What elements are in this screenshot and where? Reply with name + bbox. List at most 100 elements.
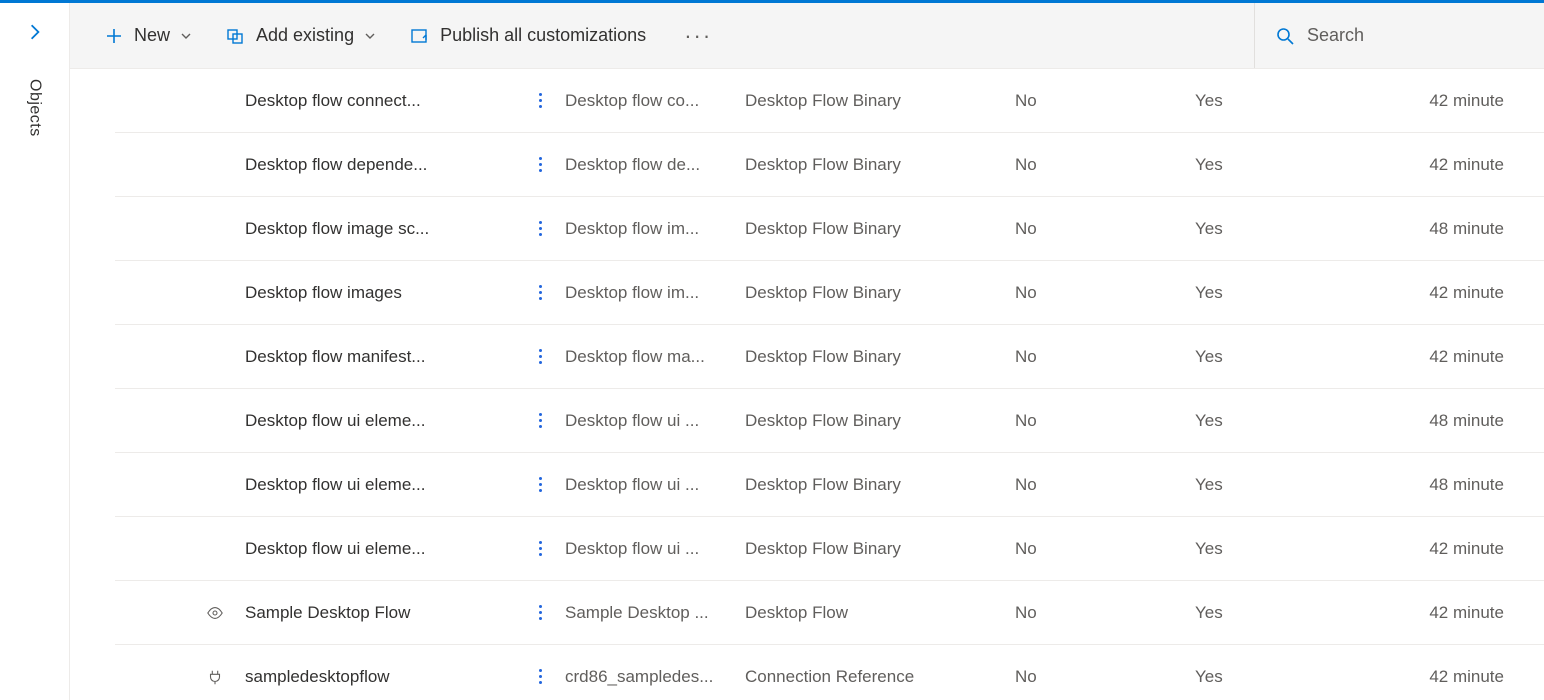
row-display-name[interactable]: Desktop flow ui eleme... [245, 411, 515, 431]
row-more-actions[interactable] [515, 471, 565, 498]
row-name: Desktop flow ui ... [565, 475, 745, 495]
row-more-actions[interactable] [515, 279, 565, 306]
overflow-menu-button[interactable]: ··· [676, 19, 720, 53]
row-modified: 48 minute [1375, 475, 1544, 495]
row-managed: No [1015, 155, 1195, 175]
table-row: sampledesktopflow crd86_sampledes... Con… [115, 645, 1544, 700]
new-button-label: New [134, 25, 170, 46]
search-icon [1275, 26, 1295, 46]
sidebar-label-objects[interactable]: Objects [26, 79, 44, 137]
row-more-actions[interactable] [515, 535, 565, 562]
more-vertical-icon [533, 535, 548, 562]
row-type: Desktop Flow Binary [745, 283, 1015, 303]
row-customizable: Yes [1195, 539, 1375, 559]
row-more-actions[interactable] [515, 87, 565, 114]
row-more-actions[interactable] [515, 215, 565, 242]
row-modified: 42 minute [1375, 539, 1544, 559]
row-display-name[interactable]: Desktop flow ui eleme... [245, 475, 515, 495]
plus-icon [104, 26, 124, 46]
table-row: Desktop flow images Desktop flow im... D… [115, 261, 1544, 325]
row-type: Desktop Flow Binary [745, 219, 1015, 239]
row-managed: No [1015, 219, 1195, 239]
row-modified: 42 minute [1375, 347, 1544, 367]
row-type-icon [185, 668, 245, 686]
row-type: Desktop Flow Binary [745, 539, 1015, 559]
expand-sidebar-button[interactable] [20, 17, 50, 51]
row-type: Desktop Flow Binary [745, 411, 1015, 431]
row-display-name[interactable]: Desktop flow manifest... [245, 347, 515, 367]
row-type: Desktop Flow Binary [745, 475, 1015, 495]
row-display-name[interactable]: sampledesktopflow [245, 667, 515, 687]
row-managed: No [1015, 539, 1195, 559]
row-type: Desktop Flow Binary [745, 91, 1015, 111]
more-vertical-icon [533, 407, 548, 434]
row-more-actions[interactable] [515, 407, 565, 434]
more-vertical-icon [533, 599, 548, 626]
table-row: Desktop flow connect... Desktop flow co.… [115, 69, 1544, 133]
more-vertical-icon [533, 471, 548, 498]
row-customizable: Yes [1195, 219, 1375, 239]
add-existing-button[interactable]: Add existing [222, 19, 380, 52]
row-managed: No [1015, 411, 1195, 431]
search-region [1254, 3, 1524, 68]
row-customizable: Yes [1195, 411, 1375, 431]
row-more-actions[interactable] [515, 663, 565, 690]
publish-button[interactable]: Publish all customizations [406, 19, 650, 52]
table-row: Desktop flow image sc... Desktop flow im… [115, 197, 1544, 261]
table-row: Desktop flow depende... Desktop flow de.… [115, 133, 1544, 197]
chevron-down-icon [180, 30, 192, 42]
row-customizable: Yes [1195, 475, 1375, 495]
row-managed: No [1015, 347, 1195, 367]
row-managed: No [1015, 91, 1195, 111]
row-name: Desktop flow ma... [565, 347, 745, 367]
row-modified: 42 minute [1375, 667, 1544, 687]
chevron-down-icon [364, 30, 376, 42]
row-customizable: Yes [1195, 283, 1375, 303]
sidebar-collapsed: Objects [0, 3, 70, 700]
new-button[interactable]: New [100, 19, 196, 52]
row-more-actions[interactable] [515, 599, 565, 626]
row-customizable: Yes [1195, 347, 1375, 367]
table-row: Sample Desktop Flow Sample Desktop ... D… [115, 581, 1544, 645]
table-row: Desktop flow ui eleme... Desktop flow ui… [115, 453, 1544, 517]
main-area: New Add existing [70, 3, 1544, 700]
row-name: Desktop flow im... [565, 283, 745, 303]
row-name: Desktop flow ui ... [565, 411, 745, 431]
search-input[interactable] [1307, 25, 1524, 46]
row-modified: 42 minute [1375, 283, 1544, 303]
row-managed: No [1015, 475, 1195, 495]
row-customizable: Yes [1195, 91, 1375, 111]
row-display-name[interactable]: Desktop flow image sc... [245, 219, 515, 239]
row-more-actions[interactable] [515, 151, 565, 178]
row-managed: No [1015, 667, 1195, 687]
row-display-name[interactable]: Desktop flow depende... [245, 155, 515, 175]
objects-table: Desktop flow connect... Desktop flow co.… [70, 69, 1544, 700]
row-name: Desktop flow co... [565, 91, 745, 111]
row-name: Desktop flow ui ... [565, 539, 745, 559]
row-display-name[interactable]: Desktop flow connect... [245, 91, 515, 111]
row-managed: No [1015, 603, 1195, 623]
publish-label: Publish all customizations [440, 25, 646, 46]
more-vertical-icon [533, 87, 548, 114]
row-name: Desktop flow im... [565, 219, 745, 239]
more-vertical-icon [533, 279, 548, 306]
row-more-actions[interactable] [515, 343, 565, 370]
row-display-name[interactable]: Desktop flow images [245, 283, 515, 303]
row-customizable: Yes [1195, 603, 1375, 623]
row-modified: 42 minute [1375, 155, 1544, 175]
more-vertical-icon [533, 663, 548, 690]
row-display-name[interactable]: Sample Desktop Flow [245, 603, 515, 623]
table-row: Desktop flow manifest... Desktop flow ma… [115, 325, 1544, 389]
row-display-name[interactable]: Desktop flow ui eleme... [245, 539, 515, 559]
publish-icon [410, 26, 430, 46]
more-vertical-icon [533, 151, 548, 178]
table-row: Desktop flow ui eleme... Desktop flow ui… [115, 389, 1544, 453]
row-type: Desktop Flow Binary [745, 347, 1015, 367]
more-vertical-icon [533, 343, 548, 370]
add-existing-label: Add existing [256, 25, 354, 46]
more-vertical-icon [533, 215, 548, 242]
row-modified: 48 minute [1375, 411, 1544, 431]
row-modified: 48 minute [1375, 219, 1544, 239]
add-existing-icon [226, 26, 246, 46]
row-type-icon [185, 604, 245, 622]
